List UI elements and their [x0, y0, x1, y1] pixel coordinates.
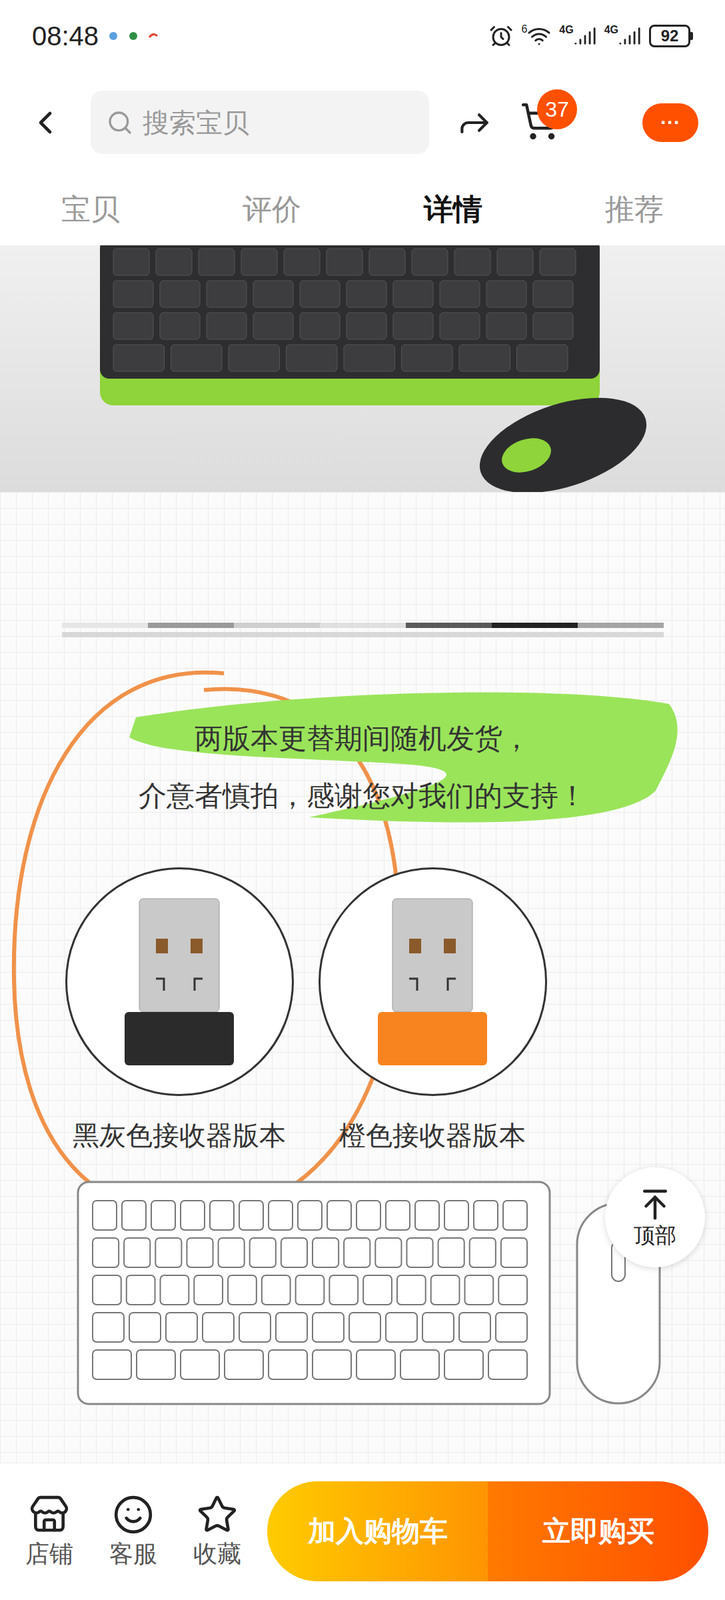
notice-banner: 两版本更替期间随机发货， 介意者慎拍，感谢您对我们的支持！ [29, 690, 696, 844]
product-photo [0, 245, 725, 492]
signal-icon [573, 24, 597, 48]
tab[interactable]: 推荐 [605, 187, 664, 232]
status-bar: 08:48 6 4G 4G 92 [0, 0, 725, 72]
receiver-label: 黑灰色接收器版本 [72, 1118, 286, 1151]
search-box[interactable]: 搜索宝贝 [90, 90, 430, 154]
tab[interactable]: 宝贝 [61, 187, 120, 232]
notice-line: 两版本更替期间随机发货， [194, 721, 531, 755]
more-button[interactable]: ··· [642, 103, 699, 142]
receiver-circle [318, 866, 548, 1096]
keyboard-photo-icon [0, 245, 725, 492]
usb-receiver-icon [119, 891, 240, 1072]
receiver-label: 橙色接收器版本 [339, 1118, 526, 1151]
notification-icon [127, 30, 139, 42]
bottom-action[interactable]: 客服 [99, 1493, 167, 1568]
back-to-top-button[interactable]: 顶部 [605, 1166, 706, 1267]
tab[interactable]: 评价 [242, 187, 302, 232]
wifi-icon [527, 23, 552, 48]
cellular: 4G [559, 24, 596, 48]
tab[interactable]: 详情 [423, 187, 483, 232]
back-icon[interactable] [26, 103, 64, 142]
search-icon [106, 109, 134, 136]
signal-icon [618, 24, 642, 48]
tab-bar: 宝贝 评价 详情 推荐 [0, 173, 725, 246]
bottom-action[interactable]: 店铺 [15, 1493, 83, 1568]
receiver-circle [65, 866, 294, 1096]
battery: 92 [649, 24, 694, 48]
header: 搜索宝贝 37 ··· [0, 71, 725, 174]
cellular: 4G [604, 24, 642, 48]
receiver-option: 橙色接收器版本 [305, 866, 560, 1151]
cart-badge: 37 [537, 89, 578, 130]
detail-section: 两版本更替期间随机发货， 介意者慎拍，感谢您对我们的支持！ 黑灰色接收器版本 橙色接收… [0, 491, 725, 1462]
notification-icon [107, 30, 119, 42]
cart-button[interactable]: 37 [519, 101, 563, 144]
usb-receiver-icon [372, 891, 493, 1072]
notice-line: 介意者慎拍，感谢您对我们的支持！ [138, 778, 587, 813]
service-icon [112, 1493, 154, 1535]
blurred-heading [61, 609, 664, 651]
alarm-icon [489, 23, 514, 48]
bottom-bar: 店铺客服收藏加入购物车立即购买 [0, 1461, 725, 1598]
bottom-action[interactable]: 收藏 [183, 1493, 251, 1568]
receiver-options: 黑灰色接收器版本 橙色接收器版本 [0, 866, 725, 1151]
app: 08:48 6 4G 4G 92 搜索宝贝 37 ··· 宝贝 评价 详情 推荐两版本更替期间随机发货… [0, 0, 725, 1600]
search-placeholder: 搜索宝贝 [142, 102, 250, 143]
notification-icon [147, 30, 159, 42]
green-brush-icon [29, 690, 696, 844]
store-icon [28, 1493, 70, 1535]
share-icon[interactable] [455, 103, 494, 142]
time: 08:48 [31, 15, 99, 56]
wifi: 6 [521, 23, 552, 48]
star-icon [196, 1493, 238, 1535]
keyboard-outline-icon [76, 1180, 552, 1405]
receiver-option: 黑灰色接收器版本 [52, 866, 306, 1151]
buy-now-button[interactable]: 立即购买 [487, 1480, 709, 1581]
add-to-cart-button[interactable]: 加入购物车 [267, 1480, 488, 1581]
arrow-up-icon [637, 1186, 674, 1223]
